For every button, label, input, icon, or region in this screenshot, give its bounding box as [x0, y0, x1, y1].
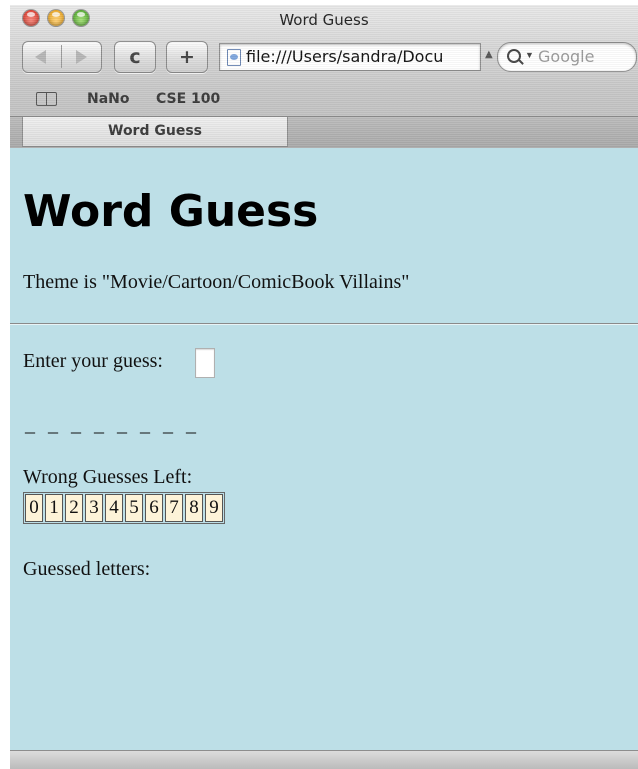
- back-arrow-icon[interactable]: [35, 50, 46, 64]
- digit-cell: 2: [65, 494, 83, 522]
- address-bar[interactable]: file:///Users/sandra/Docu: [219, 43, 481, 71]
- bookmark-nano[interactable]: NaNo: [87, 91, 130, 107]
- address-dropdown-icon[interactable]: ▲: [485, 49, 493, 60]
- search-icon: [507, 49, 521, 63]
- add-bookmark-button[interactable]: +: [166, 41, 208, 73]
- page-content: Word Guess Theme is "Movie/Cartoon/Comic…: [10, 148, 638, 750]
- tab-bar: Word Guess: [10, 116, 638, 149]
- digit-cell: 4: [105, 494, 123, 522]
- plus-icon: +: [179, 46, 195, 68]
- back-forward-buttons: [22, 41, 102, 73]
- reload-button[interactable]: c: [114, 41, 156, 73]
- search-placeholder: Google: [538, 47, 595, 66]
- bookmarks-book-icon[interactable]: [36, 92, 58, 106]
- file-page-icon: [227, 49, 241, 66]
- horizontal-rule: [10, 323, 638, 325]
- search-field[interactable]: ▼ Google: [497, 42, 637, 72]
- address-text: file:///Users/sandra/Docu: [246, 47, 444, 66]
- bookmark-cse-100[interactable]: CSE 100: [156, 91, 220, 107]
- reload-icon: c: [129, 46, 141, 68]
- tab-word-guess[interactable]: Word Guess: [22, 117, 288, 147]
- page-title: Word Guess: [23, 186, 319, 237]
- wrong-guesses-counter: 0 1 2 3 4 5 6 7 8 9: [23, 492, 225, 524]
- digit-cell: 3: [85, 494, 103, 522]
- digit-cell: 6: [145, 494, 163, 522]
- forward-arrow-icon[interactable]: [76, 50, 87, 64]
- guess-label: Enter your guess:: [23, 350, 163, 372]
- guess-input[interactable]: [195, 348, 215, 378]
- bookmarks-bar: NaNo CSE 100: [10, 87, 638, 113]
- guessed-letters-label: Guessed letters:: [23, 558, 151, 580]
- word-blanks: _ _ _ _ _ _ _ _: [25, 414, 200, 436]
- browser-window: Word Guess c + file:///Users/sandra/Docu…: [10, 5, 638, 769]
- digit-cell: 7: [165, 494, 183, 522]
- tab-label: Word Guess: [108, 123, 202, 139]
- window-title: Word Guess: [279, 11, 369, 29]
- browser-chrome: Word Guess c + file:///Users/sandra/Docu…: [10, 5, 638, 149]
- theme-text: Theme is "Movie/Cartoon/ComicBook Villai…: [23, 271, 410, 293]
- status-bar: [10, 750, 638, 769]
- digit-cell: 0: [25, 494, 43, 522]
- digit-cell: 9: [205, 494, 223, 522]
- digit-cell: 8: [185, 494, 203, 522]
- digit-cell: 5: [125, 494, 143, 522]
- search-dropdown-icon[interactable]: ▼: [525, 50, 534, 60]
- digit-cell: 1: [45, 494, 63, 522]
- wrong-guesses-label: Wrong Guesses Left:: [23, 466, 193, 488]
